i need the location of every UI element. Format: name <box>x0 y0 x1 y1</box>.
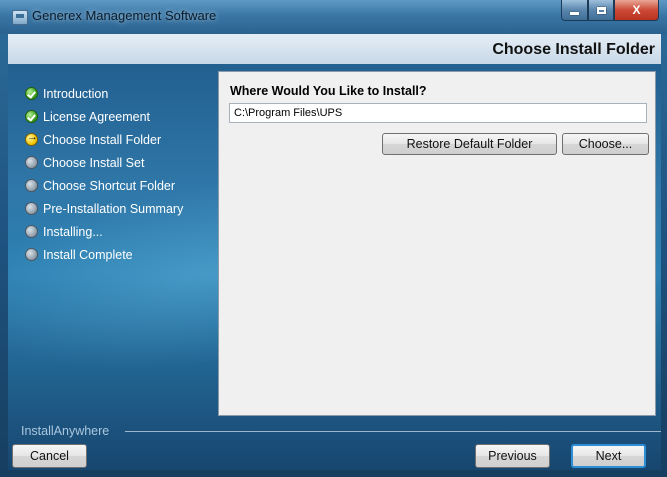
window-title: Generex Management Software <box>32 8 217 23</box>
checkmark-icon <box>25 87 38 100</box>
cancel-button[interactable]: Cancel <box>12 444 87 468</box>
pending-circle-icon <box>25 248 38 261</box>
step-item: License Agreement <box>25 105 183 128</box>
maximize-icon <box>596 6 606 14</box>
pending-circle-icon <box>25 179 38 192</box>
maximize-button[interactable] <box>588 0 614 21</box>
step-label: Choose Shortcut Folder <box>43 178 176 193</box>
pending-circle-icon <box>25 156 38 169</box>
choose-folder-button[interactable]: Choose... <box>562 133 649 155</box>
step-item: Choose Shortcut Folder <box>25 174 183 197</box>
step-label: Choose Install Set <box>43 155 145 170</box>
step-label: Installing... <box>43 224 103 239</box>
step-label: Pre-Installation Summary <box>43 201 184 216</box>
minimize-icon <box>570 11 579 15</box>
arrow-right-icon <box>25 131 38 146</box>
step-label: Install Complete <box>43 247 133 262</box>
pending-circle-icon <box>25 202 38 215</box>
step-item: Choose Install Folder <box>25 128 183 151</box>
step-item: Choose Install Set <box>25 151 183 174</box>
step-item: Pre-Installation Summary <box>25 197 183 220</box>
header-strip: Choose Install Folder <box>8 34 661 64</box>
install-folder-input[interactable] <box>229 103 647 123</box>
previous-button[interactable]: Previous <box>475 444 550 468</box>
step-item: Introduction <box>25 82 183 105</box>
minimize-button[interactable] <box>561 0 588 21</box>
installanywhere-brand: InstallAnywhere <box>21 424 110 438</box>
close-icon: X <box>632 3 641 17</box>
installer-panel: Choose Install Folder Introduction Licens… <box>8 34 661 470</box>
restore-default-folder-button[interactable]: Restore Default Folder <box>382 133 557 155</box>
step-label: Introduction <box>43 86 109 101</box>
installer-icon[interactable] <box>12 10 28 25</box>
checkmark-icon <box>25 110 38 123</box>
content-panel: Where Would You Like to Install? Restore… <box>218 71 656 416</box>
next-button[interactable]: Next <box>571 444 646 468</box>
installer-window: Generex Management Software X Choose Ins… <box>0 0 667 477</box>
step-list: Introduction License Agreement Choose Inst… <box>25 82 183 266</box>
install-location-label: Where Would You Like to Install? <box>230 84 427 98</box>
page-title: Choose Install Folder <box>492 41 655 58</box>
step-item: Install Complete <box>25 243 183 266</box>
step-label: Choose Install Folder <box>43 132 162 147</box>
step-label: License Agreement <box>43 109 151 124</box>
footer-divider <box>125 431 661 432</box>
title-bar[interactable]: Generex Management Software X <box>0 0 667 34</box>
pending-circle-icon <box>25 225 38 238</box>
close-button[interactable]: X <box>614 0 659 21</box>
window-controls: X <box>561 0 659 22</box>
step-item: Installing... <box>25 220 183 243</box>
